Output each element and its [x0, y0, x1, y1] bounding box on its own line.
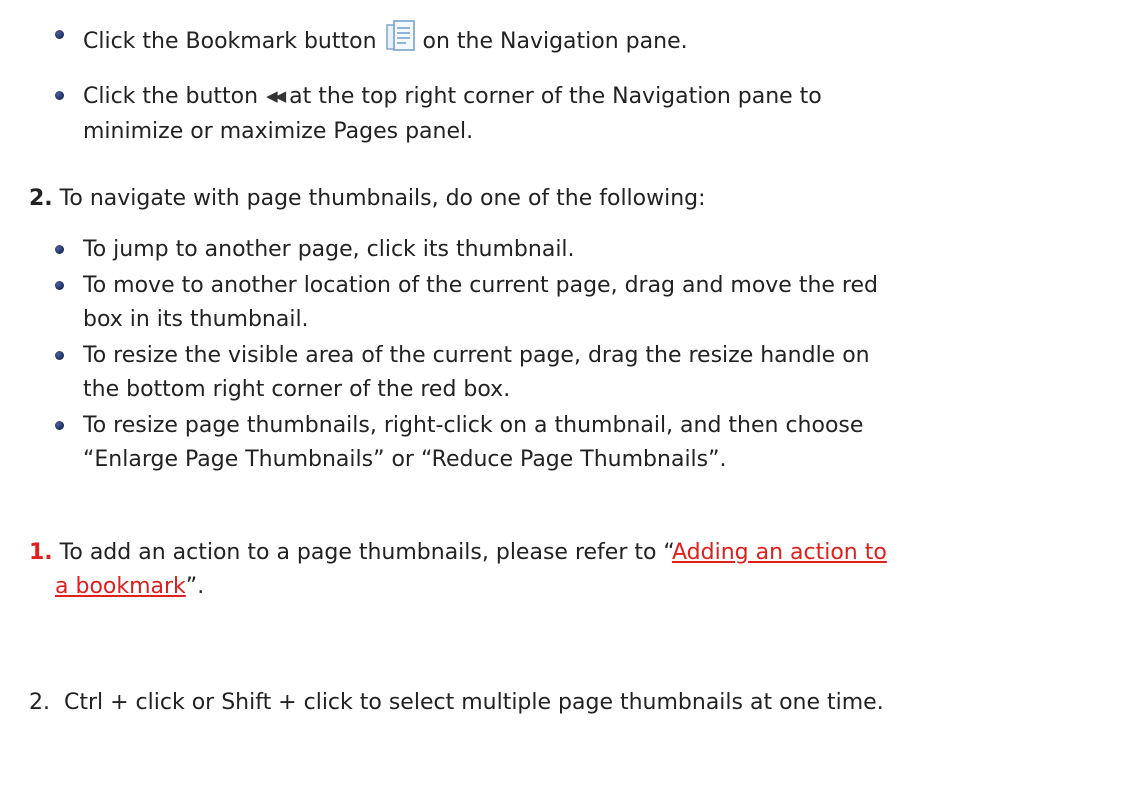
bookmark-pages-icon: [385, 20, 417, 63]
bullet-dot: [55, 245, 64, 254]
bullet-dot: [55, 30, 64, 39]
note-1: 1. To add an action to a page thumbnails…: [29, 538, 887, 568]
bullet-item: To jump to another page, click its thumb…: [83, 237, 575, 262]
step-2: 2. To navigate with page thumbnails, do …: [29, 184, 706, 214]
adding-action-link[interactable]: Adding an action to: [672, 540, 887, 565]
bullet-item: To move to another location of the curre…: [83, 273, 878, 298]
bullet-item: Click the button ◀◀ at the top right corne…: [83, 81, 822, 112]
bullet-dot: [55, 281, 64, 290]
bullet-item: Click the Bookmark button on the Navigat…: [83, 20, 688, 63]
bullet-item: To resize the visible area of the curren…: [83, 343, 870, 368]
note-number: 1.: [29, 540, 53, 565]
bullet-dot: [55, 421, 64, 430]
collapse-pane-icon: ◀◀: [266, 87, 286, 105]
bullet-text: on the Navigation pane.: [422, 29, 688, 54]
note-2: 2. Ctrl + click or Shift + click to sele…: [29, 690, 884, 715]
note-text-end: ”.: [185, 574, 205, 599]
adding-action-link-cont[interactable]: a bookmark: [55, 574, 186, 599]
bullet-item-cont: “Enlarge Page Thumbnails” or “Reduce Pag…: [83, 447, 727, 472]
step-text: To navigate with page thumbnails, do one…: [59, 186, 706, 211]
step-number: 2.: [29, 186, 53, 211]
bullet-text: at the top right corner of the Navigatio…: [289, 84, 822, 109]
bullet-text: Click the button: [83, 84, 259, 109]
bullet-dot: [55, 91, 64, 100]
note-1-cont: a bookmark”.: [55, 572, 204, 602]
bullet-item-cont: the bottom right corner of the red box.: [83, 377, 511, 402]
bullet-text-cont: minimize or maximize Pages panel.: [83, 119, 474, 144]
bullet-item-cont: box in its thumbnail.: [83, 307, 309, 332]
bullet-item: To resize page thumbnails, right-click o…: [83, 413, 864, 438]
bullet-text: Click the Bookmark button: [83, 29, 377, 54]
note-text: To add an action to a page thumbnails, p…: [59, 540, 672, 565]
bullet-dot: [55, 351, 64, 360]
